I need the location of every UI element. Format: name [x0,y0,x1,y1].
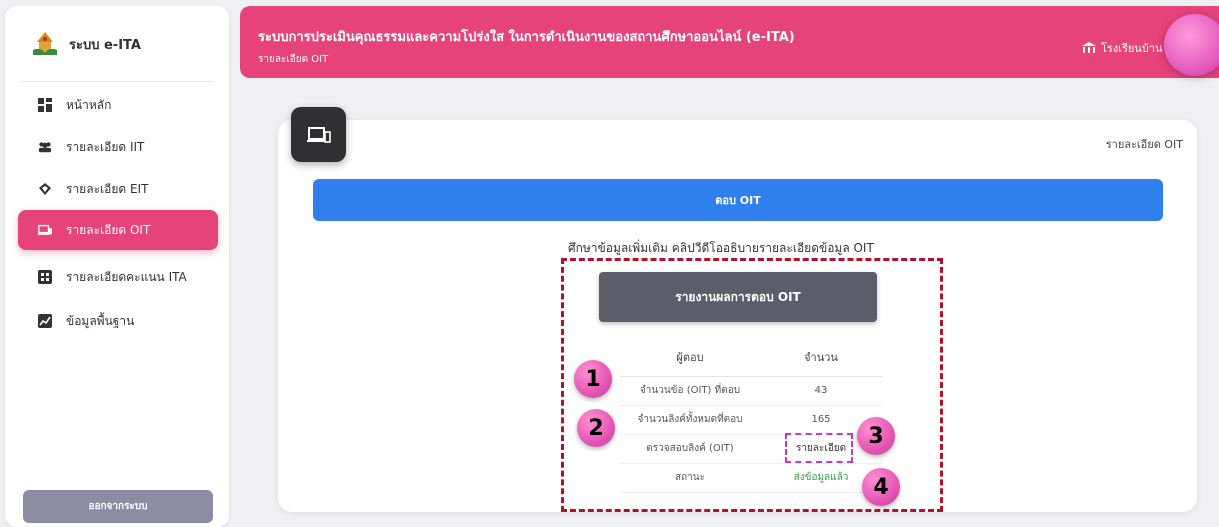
page-header: ระบบการประเมินคุณธรรมและความโปร่งใส ในกา… [240,6,1219,78]
sidebar-item-label: รายละเอียด OIT [66,222,151,237]
status-badge: ส่งข้อมูลแล้ว [793,472,849,483]
dashboard-icon [38,98,52,112]
avatar[interactable] [1164,14,1219,76]
table-row: สถานะ ส่งข้อมูลแล้ว [620,463,882,493]
school-info[interactable]: โรงเรียนบ้าน [1082,39,1163,57]
page-title: ระบบการประเมินคุณธรรมและความโปร่งใส ในกา… [258,30,795,45]
chart-icon [38,314,52,328]
sidebar-item-label: รายละเอียดคะแนน ITA [66,269,187,284]
row-label: จำนวนลิงค์ทั้งหมดที่ตอบ [620,405,760,435]
detail-highlight [785,433,853,463]
devices-icon [291,107,346,162]
annotation-badge-1: 1 [574,360,612,398]
table-header-row: ผู้ตอบ จำนวน [620,339,882,377]
school-emblem-icon [33,32,57,55]
logout-button[interactable]: ออกจากระบบ [23,490,213,523]
row-value: 43 [760,376,882,406]
gem-icon [38,182,52,196]
row-label: สถานะ [620,463,760,493]
table-row: จำนวนข้อ (OIT) ที่ตอบ 43 [620,376,882,406]
sidebar-item-label: รายละเอียด EIT [66,181,149,196]
sidebar-item-label: หน้าหลัก [66,97,112,112]
report-oit-button[interactable]: รายงานผลการตอบ OIT [599,272,877,322]
card-label: รายละเอียด OIT [1105,138,1183,151]
sidebar-item-ita-score[interactable]: รายละเอียดคะแนน ITA [18,258,218,296]
sidebar-item-label: ข้อมูลพื้นฐาน [66,313,135,328]
info-video-link[interactable]: ศึกษาข้อมูลเพิ่มเติม คลิปวีดีโออธิบายราย… [568,239,874,258]
sidebar-item-iit[interactable]: รายละเอียด IIT [18,128,218,166]
page-subtitle: รายละเอียด OIT [258,54,329,65]
devices-icon [38,223,52,237]
sidebar-item-oit[interactable]: รายละเอียด OIT [18,210,218,250]
sidebar-item-label: รายละเอียด IIT [66,139,145,154]
table-row: จำนวนลิงค์ทั้งหมดที่ตอบ 165 [620,405,882,435]
annotation-badge-2: 2 [577,409,615,447]
school-name: โรงเรียนบ้าน [1101,42,1163,55]
answer-oit-button[interactable]: ตอบ OIT [313,179,1163,221]
school-icon [1082,42,1096,53]
sidebar: ระบบ e-ITA หน้าหลัก รายละเอียด IIT รายละ… [5,6,229,527]
brand-title: ระบบ e-ITA [69,37,141,53]
brand[interactable]: ระบบ e-ITA [31,30,141,58]
annotation-badge-3: 3 [857,417,895,455]
row-label: ตรวจสอบลิงค์ (OIT) [620,434,760,464]
users-icon [38,140,52,154]
annotation-badge-4: 4 [862,468,900,506]
sidebar-item-home[interactable]: หน้าหลัก [18,86,218,124]
divider [21,81,213,82]
column-header: ผู้ตอบ [620,339,760,377]
sidebar-item-basic-info[interactable]: ข้อมูลพื้นฐาน [18,302,218,340]
grid-icon [38,270,52,284]
oit-summary-table: ผู้ตอบ จำนวน จำนวนข้อ (OIT) ที่ตอบ 43 จำ… [620,339,882,493]
row-label: จำนวนข้อ (OIT) ที่ตอบ [620,376,760,406]
column-header: จำนวน [760,339,882,377]
sidebar-item-eit[interactable]: รายละเอียด EIT [18,170,218,208]
